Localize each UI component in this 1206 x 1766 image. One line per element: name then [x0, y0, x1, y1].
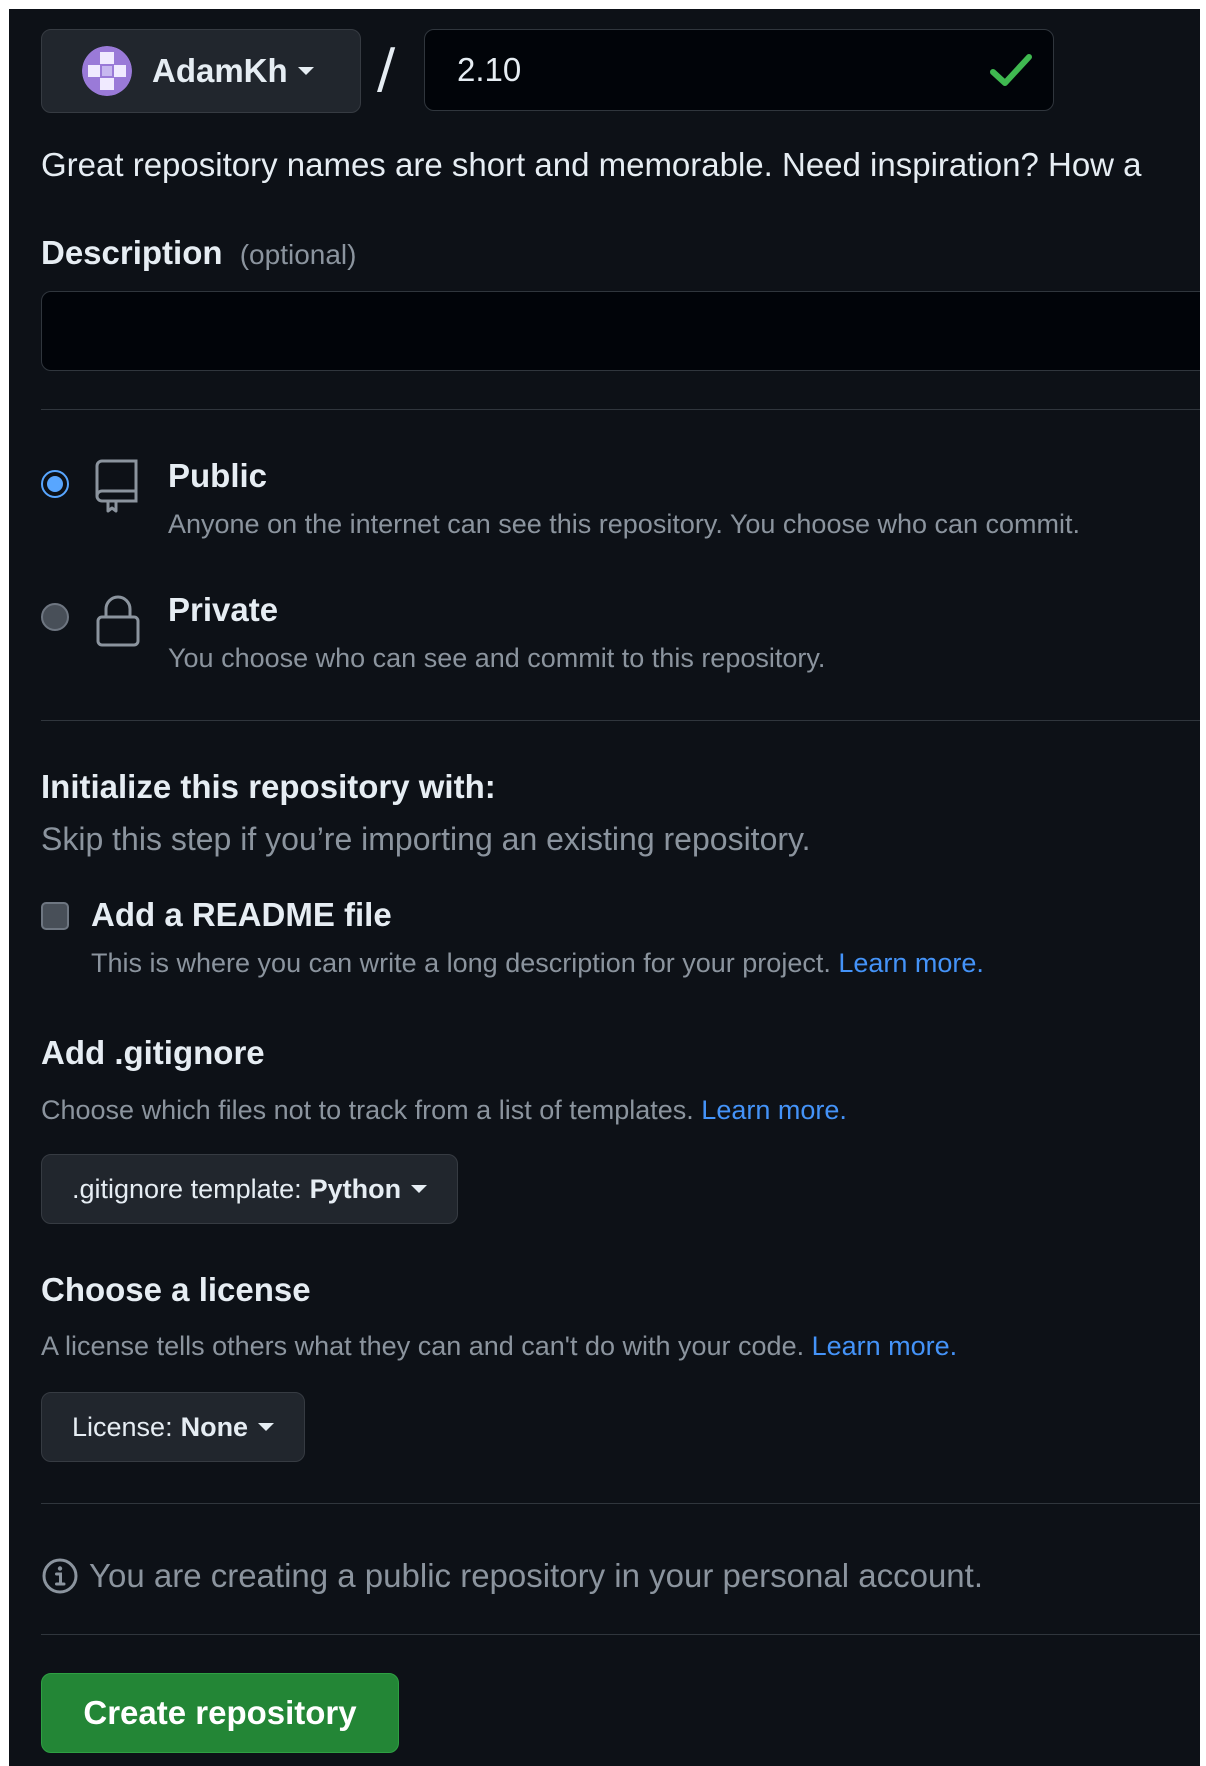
owner-repo-separator: / — [377, 37, 396, 100]
divider — [41, 720, 1200, 721]
checkmark-icon — [990, 54, 1032, 86]
initialize-title: Initialize this repository with: — [41, 768, 496, 805]
chevron-down-icon — [411, 1185, 428, 1193]
gitignore-template-value: Python — [309, 1173, 402, 1204]
visibility-info-text: You are creating a public repository in … — [89, 1557, 983, 1594]
license-title: Choose a license — [41, 1271, 311, 1308]
screenshot-frame: AdamKh / 2.10 Great repository names are… — [0, 0, 1206, 1766]
owner-name: AdamKh — [152, 52, 288, 89]
gitignore-learn-more-link[interactable]: Learn more. — [701, 1095, 847, 1125]
public-title: Public — [168, 457, 268, 494]
license-description: A license tells others what they can and… — [41, 1331, 957, 1362]
readme-learn-more-link[interactable]: Learn more. — [838, 948, 984, 978]
info-icon — [42, 1558, 78, 1594]
gitignore-title: Add .gitignore — [41, 1034, 265, 1071]
gitignore-description: Choose which files not to track from a l… — [41, 1095, 847, 1126]
initialize-subtitle: Skip this step if you’re importing an ex… — [41, 821, 811, 857]
license-prefix: License: — [72, 1411, 173, 1442]
repository-name-value: 2.10 — [457, 51, 522, 88]
gitignore-template-prefix: .gitignore template: — [72, 1173, 302, 1204]
public-description: Anyone on the internet can see this repo… — [168, 509, 1081, 539]
description-optional-text: (optional) — [239, 239, 357, 270]
private-radio[interactable] — [41, 603, 69, 631]
license-learn-more-link[interactable]: Learn more. — [812, 1331, 958, 1361]
repository-name-input[interactable]: 2.10 — [424, 29, 1054, 111]
description-input[interactable] — [41, 291, 1200, 371]
divider — [41, 1634, 1200, 1635]
user-avatar-icon — [82, 46, 132, 96]
public-radio[interactable] — [41, 470, 69, 498]
license-description-text: A license tells others what they can and… — [41, 1331, 805, 1361]
readme-label[interactable]: Add a README file — [91, 896, 392, 934]
private-title: Private — [168, 591, 279, 628]
readme-checkbox[interactable] — [41, 902, 69, 930]
repository-name-hint: Great repository names are short and mem… — [41, 146, 1142, 183]
create-repository-button[interactable]: Create repository — [41, 1673, 399, 1753]
divider — [41, 1503, 1200, 1504]
new-repository-form: AdamKh / 2.10 Great repository names are… — [9, 9, 1200, 1766]
private-description: You choose who can see and commit to thi… — [168, 643, 826, 673]
divider — [41, 409, 1200, 410]
visibility-info: You are creating a public repository in … — [41, 1557, 983, 1595]
repo-icon — [95, 459, 138, 513]
gitignore-template-dropdown[interactable]: .gitignore template: Python — [41, 1154, 459, 1224]
owner-dropdown-button[interactable]: AdamKh — [41, 29, 361, 113]
lock-icon — [96, 595, 140, 647]
description-label: Description (optional) — [41, 234, 356, 272]
readme-description-text: This is where you can write a long descr… — [91, 948, 831, 978]
license-dropdown[interactable]: License: None — [41, 1392, 306, 1462]
gitignore-description-text: Choose which files not to track from a l… — [41, 1095, 694, 1125]
description-label-text: Description — [41, 234, 223, 271]
chevron-down-icon — [258, 1423, 275, 1431]
license-value: None — [180, 1411, 249, 1442]
chevron-down-icon — [297, 67, 314, 75]
readme-description: This is where you can write a long descr… — [91, 948, 984, 979]
